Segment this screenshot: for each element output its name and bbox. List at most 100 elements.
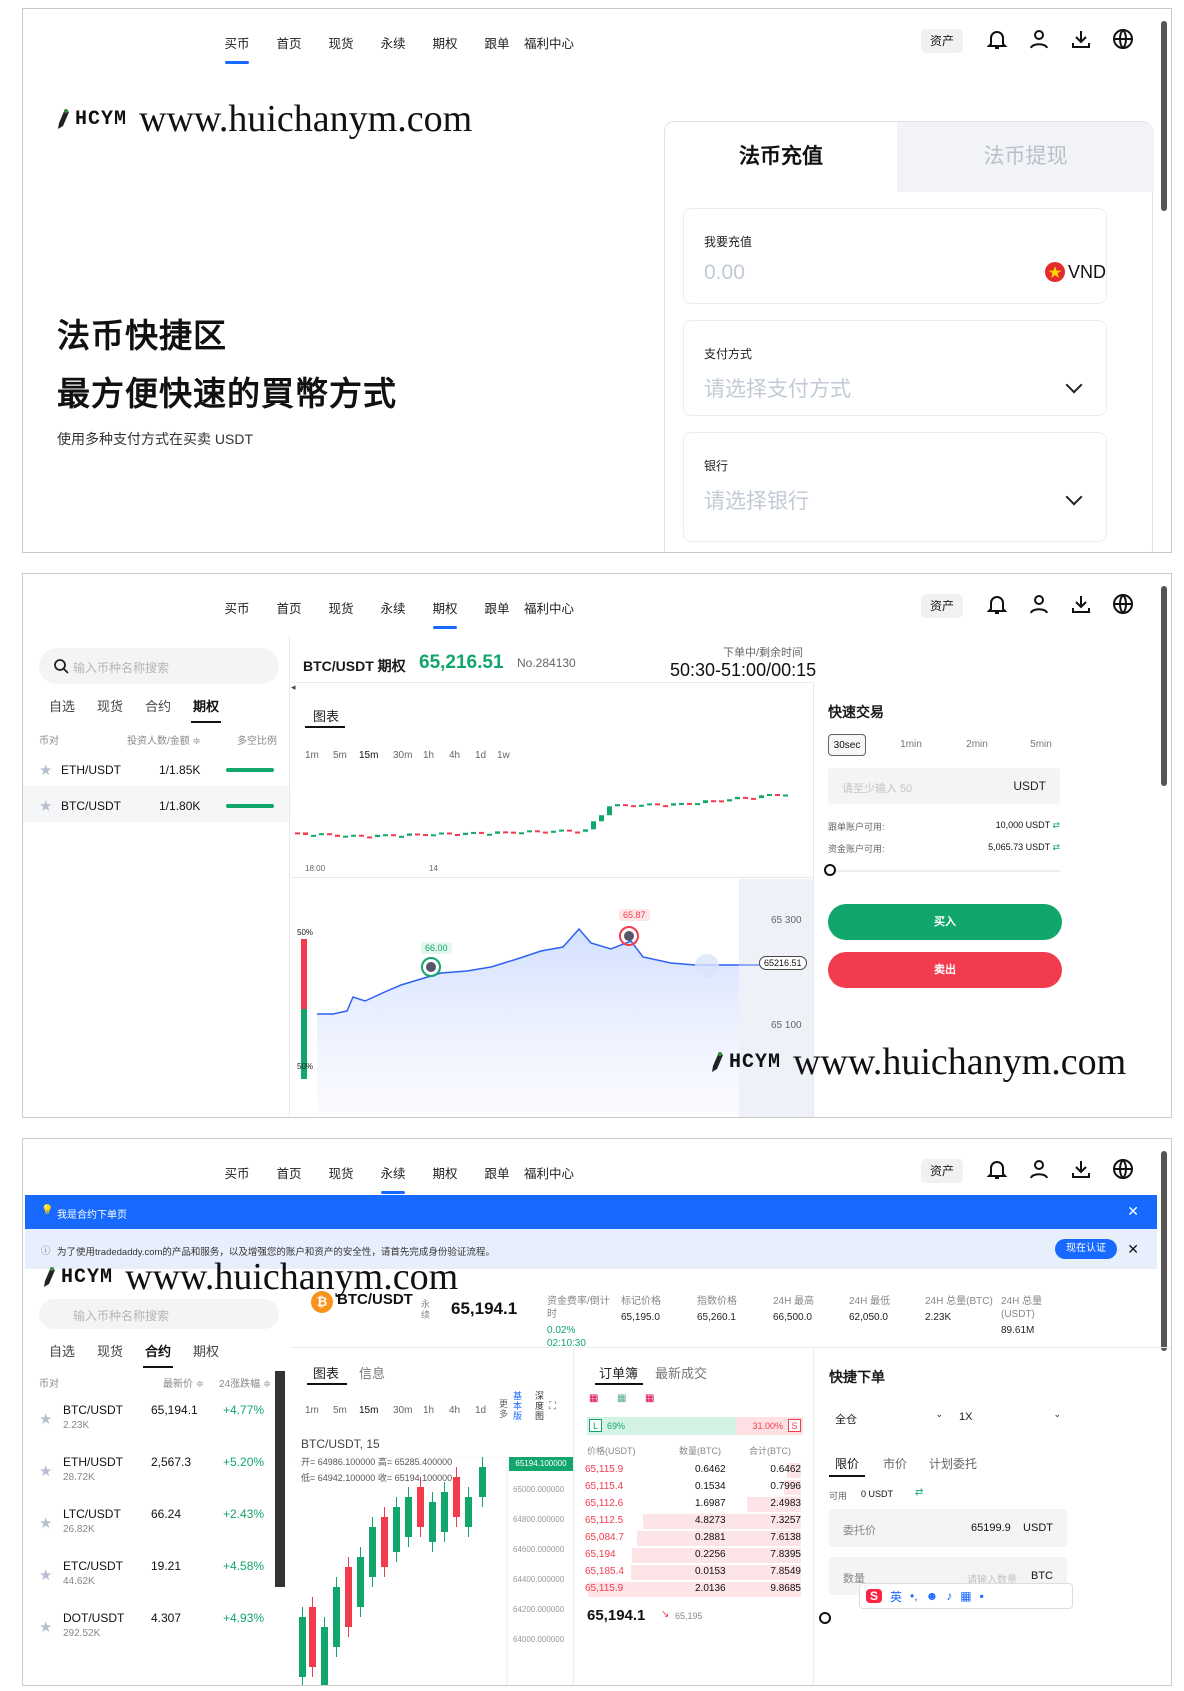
tab-order-book[interactable]: 订单簿: [599, 1363, 638, 1382]
quantity-slider-handle[interactable]: [819, 1612, 831, 1624]
nav-rewards[interactable]: 福利中心: [523, 33, 575, 69]
nav-home[interactable]: 首页: [263, 1163, 315, 1199]
col-investors[interactable]: 投资人数/金额 ≑: [127, 732, 201, 747]
nav-buy-coin[interactable]: 买币: [211, 1163, 263, 1199]
star-icon[interactable]: ★: [39, 1410, 52, 1428]
interval-1m[interactable]: 1m: [305, 1405, 333, 1416]
nav-options[interactable]: 期权: [419, 1163, 471, 1199]
keyboard-icon[interactable]: ▦: [960, 1589, 971, 1603]
buy-button[interactable]: 买入: [828, 904, 1062, 940]
nav-spot[interactable]: 现货: [315, 1163, 367, 1199]
nav-options[interactable]: 期权: [419, 598, 471, 634]
assets-button[interactable]: 资产: [921, 29, 963, 53]
tab-options[interactable]: 期权: [193, 1341, 219, 1360]
nav-perpetual[interactable]: 永续: [367, 33, 419, 69]
list-item[interactable]: ★ BTC/USDT 1/1.80K: [23, 786, 289, 822]
interval-30m[interactable]: 30m: [393, 750, 423, 761]
nav-buy-coin[interactable]: 买币: [211, 33, 263, 69]
punctuation-icon[interactable]: •,: [910, 1589, 918, 1603]
scrollbar[interactable]: [1161, 586, 1167, 786]
order-book-row[interactable]: 65,115.4 0.1534 0.7996: [585, 1479, 801, 1496]
globe-icon[interactable]: [1111, 1157, 1135, 1181]
table-row[interactable]: ★ BTC/USDT 2.23K 65,194.1 +4.77%: [23, 1393, 289, 1445]
tab-favorites[interactable]: 自选: [49, 696, 75, 715]
basic-view[interactable]: 基本版: [513, 1391, 523, 1421]
nav-buy-coin[interactable]: 买币: [211, 598, 263, 634]
amount-slider-handle[interactable]: [824, 864, 836, 876]
interval-5m[interactable]: 5m: [333, 750, 359, 761]
globe-icon[interactable]: [1111, 592, 1135, 616]
nav-copy-trade[interactable]: 跟单: [471, 33, 523, 69]
leverage-select[interactable]: 1X ⌄: [955, 1403, 1067, 1431]
close-icon[interactable]: ✕: [1127, 1241, 1139, 1258]
book-view-both-icon[interactable]: ▦: [589, 1393, 598, 1404]
nav-home[interactable]: 首页: [263, 33, 315, 69]
bell-icon[interactable]: [985, 27, 1009, 51]
tab-favorites[interactable]: 自选: [49, 1341, 75, 1360]
assets-button[interactable]: 资产: [921, 1159, 963, 1183]
list-item[interactable]: ★ ETH/USDT 1/1.85K: [23, 750, 289, 786]
candlestick-mini-chart[interactable]: [291, 770, 813, 870]
currency-selector[interactable]: VND: [1044, 261, 1106, 283]
tab-contract[interactable]: 合约: [143, 1341, 174, 1368]
amount-field[interactable]: 我要充值 0.00 VND: [683, 208, 1107, 304]
interval-1h[interactable]: 1h: [423, 1405, 449, 1416]
period-30sec[interactable]: 30sec: [828, 734, 866, 756]
interval-1d[interactable]: 1d: [475, 750, 497, 761]
interval-30m[interactable]: 30m: [393, 1405, 423, 1416]
book-view-asks-icon[interactable]: ▦: [645, 1393, 654, 1404]
star-icon[interactable]: ★: [39, 1618, 52, 1636]
entrust-price-input[interactable]: 委托价 65199.9 USDT: [829, 1509, 1067, 1547]
interval-5m[interactable]: 5m: [333, 1405, 359, 1416]
nav-rewards[interactable]: 福利中心: [523, 1163, 575, 1199]
star-icon[interactable]: ★: [39, 761, 52, 779]
tab-info[interactable]: 信息: [359, 1363, 385, 1382]
depth-view[interactable]: 深度图: [535, 1391, 545, 1421]
tab-chart[interactable]: 图表: [313, 706, 339, 725]
interval-4h[interactable]: 4h: [449, 750, 475, 761]
apps-icon[interactable]: ▪: [980, 1589, 984, 1603]
pair-search-input[interactable]: 输入币种名称搜索: [39, 648, 279, 684]
download-icon[interactable]: [1069, 27, 1093, 51]
interval-4h[interactable]: 4h: [449, 1405, 475, 1416]
nav-copy-trade[interactable]: 跟单: [471, 598, 523, 634]
period-2min[interactable]: 2min: [958, 734, 996, 756]
emoji-icon[interactable]: ☻: [926, 1589, 939, 1603]
star-icon[interactable]: ★: [39, 797, 52, 815]
ime-language[interactable]: 英: [890, 1588, 902, 1605]
order-book-row[interactable]: 65,084.7 0.2881 7.6138: [585, 1530, 801, 1547]
order-book-row[interactable]: 65,115.9 2.0136 9.8685: [585, 1581, 801, 1598]
fullscreen-icon[interactable]: ⛶: [549, 1401, 556, 1412]
ime-toolbar[interactable]: S 英 •, ☻ ♪ ▦ ▪: [859, 1583, 1073, 1609]
nav-perpetual[interactable]: 永续: [367, 598, 419, 634]
table-row[interactable]: ★ ETC/USDT 44.62K 19.21 +4.58%: [23, 1549, 289, 1601]
payment-method-select[interactable]: 支付方式 请选择支付方式: [683, 320, 1107, 416]
star-icon[interactable]: ★: [39, 1514, 52, 1532]
nav-copy-trade[interactable]: 跟单: [471, 1163, 523, 1199]
order-book-row[interactable]: 65,112.6 1.6987 2.4983: [585, 1496, 801, 1513]
nav-rewards[interactable]: 福利中心: [523, 598, 575, 634]
nav-spot[interactable]: 现货: [315, 598, 367, 634]
interval-15m[interactable]: 15m: [359, 750, 393, 761]
tab-fiat-withdraw[interactable]: 法币提现: [897, 122, 1154, 192]
download-icon[interactable]: [1069, 592, 1093, 616]
order-book-row[interactable]: 65,185.4 0.0153 7.8549: [585, 1564, 801, 1581]
download-icon[interactable]: [1069, 1157, 1093, 1181]
book-view-bids-icon[interactable]: ▦: [617, 1393, 626, 1404]
col-change[interactable]: 24涨跌幅 ≑: [219, 1375, 271, 1390]
tab-recent-trades[interactable]: 最新成交: [655, 1363, 707, 1382]
mic-icon[interactable]: ♪: [946, 1589, 952, 1603]
order-book-row[interactable]: 65,194 0.2256 7.8395: [585, 1547, 801, 1564]
bell-icon[interactable]: [985, 1157, 1009, 1181]
amount-input[interactable]: 0.00: [704, 261, 745, 285]
tab-limit[interactable]: 限价: [835, 1455, 859, 1472]
nav-spot[interactable]: 现货: [315, 33, 367, 69]
bell-icon[interactable]: [985, 592, 1009, 616]
tab-spot[interactable]: 现货: [97, 696, 123, 715]
more-intervals[interactable]: 更多: [499, 1399, 509, 1419]
nav-perpetual[interactable]: 永续: [367, 1163, 419, 1199]
tab-chart[interactable]: 图表: [313, 1363, 339, 1382]
user-icon[interactable]: [1027, 592, 1051, 616]
verify-now-button[interactable]: 现在认证: [1055, 1239, 1117, 1259]
order-book-row[interactable]: 65,112.5 4.8273 7.3257: [585, 1513, 801, 1530]
